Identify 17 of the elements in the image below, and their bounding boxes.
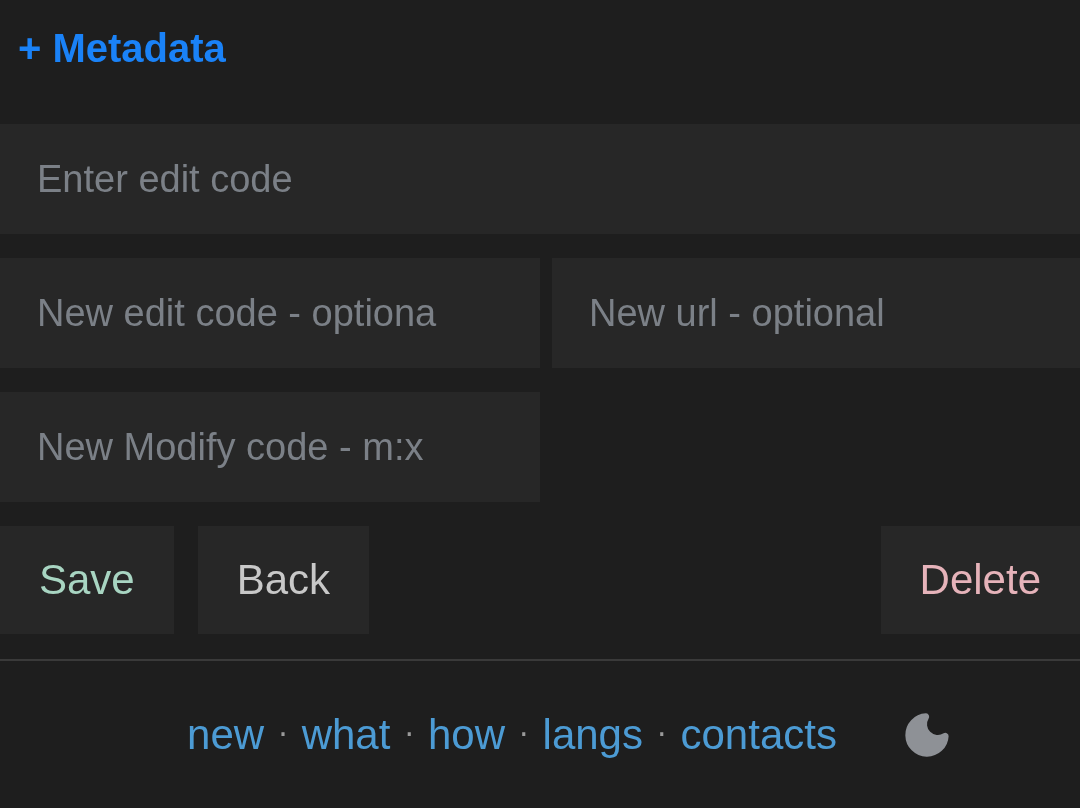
back-button[interactable]: Back bbox=[197, 526, 370, 634]
separator: · bbox=[656, 717, 667, 752]
save-button[interactable]: Save bbox=[0, 526, 174, 634]
delete-button[interactable]: Delete bbox=[880, 526, 1080, 634]
input-field[interactable]: Enter edit code bbox=[0, 124, 1080, 234]
separator: · bbox=[519, 717, 529, 752]
footer-link[interactable]: new bbox=[187, 710, 265, 759]
footer-link[interactable]: what bbox=[301, 710, 391, 759]
footer-link[interactable]: how bbox=[427, 710, 505, 759]
separator: · bbox=[278, 717, 288, 752]
footer-link[interactable]: contacts bbox=[680, 710, 837, 759]
metadata-link[interactable]: + Metadata bbox=[18, 26, 226, 70]
input-field[interactable]: New Modify code - m:x bbox=[0, 392, 540, 502]
input-field[interactable]: New url - optional bbox=[552, 258, 1080, 368]
separator: · bbox=[404, 717, 414, 752]
input-field[interactable]: New edit code - optiona bbox=[0, 258, 540, 368]
footer-link[interactable]: langs bbox=[542, 710, 643, 759]
